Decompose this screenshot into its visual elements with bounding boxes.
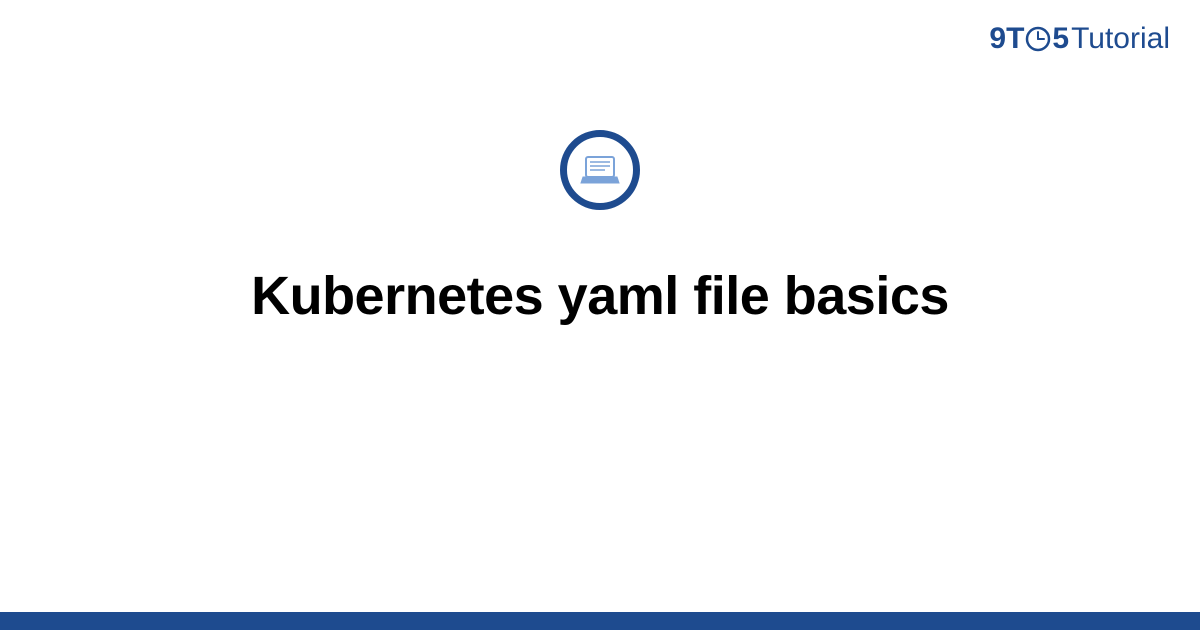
- laptop-icon: [560, 130, 640, 210]
- main-content: Kubernetes yaml file basics: [0, 0, 1200, 630]
- page-title: Kubernetes yaml file basics: [251, 265, 949, 327]
- footer-bar: [0, 612, 1200, 630]
